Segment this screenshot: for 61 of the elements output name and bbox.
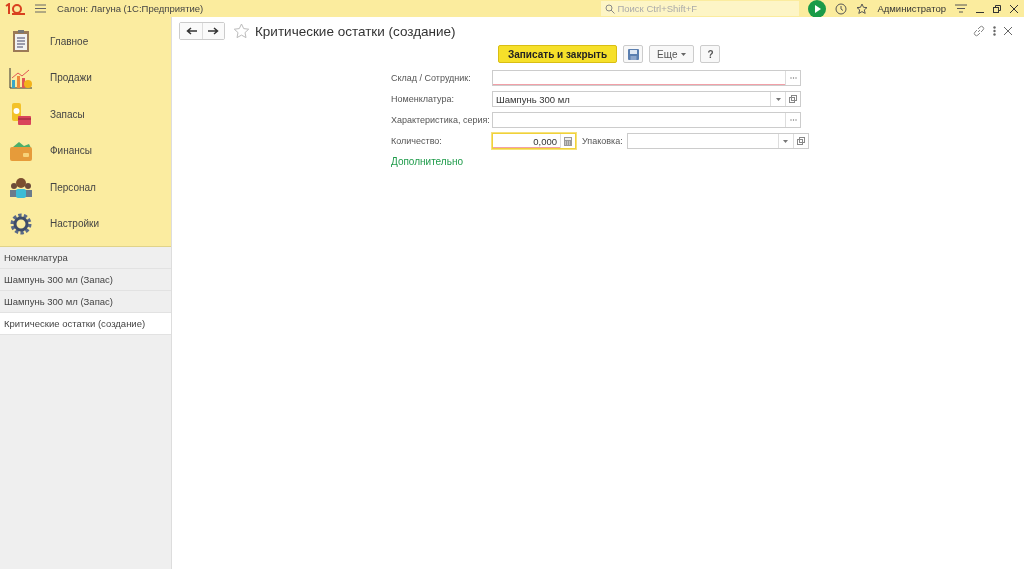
play-icon[interactable] xyxy=(808,0,827,18)
text-input[interactable]: Шампунь 300 мл xyxy=(493,92,770,106)
section-link[interactable]: Финансы xyxy=(50,145,92,157)
calculator-button[interactable] xyxy=(560,134,575,148)
close-icon[interactable] xyxy=(1004,27,1012,35)
field-label: Упаковка: xyxy=(582,136,623,146)
additional-link[interactable]: Дополнительно xyxy=(391,156,463,167)
link-icon[interactable] xyxy=(973,25,985,37)
forward-button[interactable] xyxy=(202,23,224,39)
caret-icon xyxy=(775,97,781,101)
more-vertical-icon[interactable] xyxy=(993,26,996,36)
calculator-icon xyxy=(564,136,572,146)
open-window-item[interactable]: Номенклатура xyxy=(0,247,171,269)
restore-icon[interactable] xyxy=(993,4,1001,13)
more-button[interactable]: Еще xyxy=(649,45,695,63)
form-title: Критические остатки (создание) xyxy=(255,23,456,39)
caret-icon xyxy=(783,139,789,143)
search-icon xyxy=(605,3,616,14)
help-button[interactable]: ? xyxy=(700,45,721,63)
app-title: Салон: Лагуна (1С:Предприятие) xyxy=(57,3,204,14)
section-link[interactable]: Главное xyxy=(50,35,89,47)
history-icon[interactable] xyxy=(835,2,848,15)
save-and-close-button[interactable]: Записать и закрыть xyxy=(498,45,618,63)
input-field[interactable] xyxy=(492,70,801,86)
open-window-item[interactable]: Критические остатки (создание) xyxy=(0,313,171,335)
open-window-icon xyxy=(796,137,805,145)
open-button[interactable] xyxy=(792,134,808,148)
open-window-icon xyxy=(789,95,797,103)
close-icon[interactable] xyxy=(1010,4,1018,13)
logo-icon xyxy=(4,2,26,15)
back-button[interactable] xyxy=(180,23,202,39)
section-link[interactable]: Продажи xyxy=(50,72,92,84)
menu-icon[interactable] xyxy=(35,4,46,13)
star-icon[interactable] xyxy=(856,2,869,15)
input-field[interactable] xyxy=(492,112,801,128)
text-input[interactable]: 0,000 xyxy=(493,134,560,148)
section-link[interactable]: Настройки xyxy=(50,218,100,230)
section-link[interactable]: Персонал xyxy=(50,181,96,193)
people-icon xyxy=(9,175,33,200)
open-button[interactable] xyxy=(785,92,800,106)
input-field[interactable]: Шампунь 300 мл xyxy=(492,91,801,107)
input-field[interactable] xyxy=(626,133,809,149)
gear-icon xyxy=(9,211,33,236)
search-field[interactable]: Поиск Ctrl+Shift+F xyxy=(601,1,800,16)
caret-icon xyxy=(681,52,687,56)
field-label: Номенклатура: xyxy=(391,94,455,104)
settings-menu-icon[interactable] xyxy=(955,3,967,14)
section-link[interactable]: Запасы xyxy=(50,108,85,120)
open-window-item[interactable]: Шампунь 300 мл (Запас) xyxy=(0,269,171,291)
left-arrow-icon xyxy=(185,27,197,35)
right-arrow-icon xyxy=(208,27,219,35)
field-label: Склад / Сотрудник: xyxy=(391,73,472,83)
save-button[interactable] xyxy=(623,45,644,63)
favorite-star-icon[interactable] xyxy=(233,23,250,39)
user-name[interactable]: Администратор xyxy=(877,3,946,14)
input-field[interactable]: 0,000 xyxy=(492,133,576,149)
tube-icon xyxy=(9,102,33,127)
field-label: Характеристика, серия: xyxy=(391,115,491,125)
floppy-icon xyxy=(627,48,639,60)
chart-icon xyxy=(9,65,33,90)
field-label: Количество: xyxy=(391,136,443,146)
